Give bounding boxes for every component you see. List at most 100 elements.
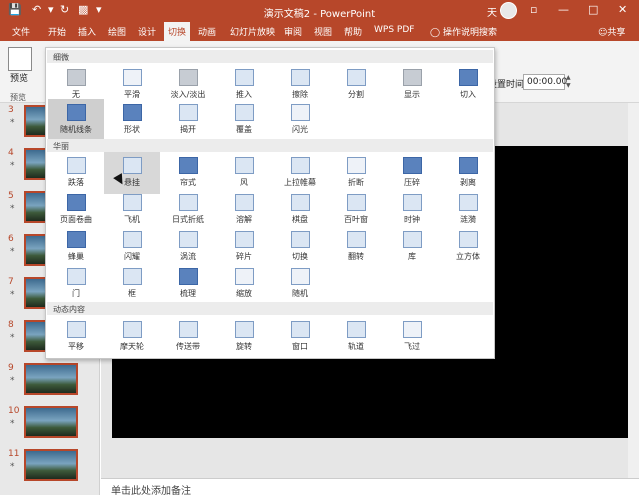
minimize-icon[interactable]: — [558, 3, 569, 16]
transition-reveal[interactable]: 显示 [384, 64, 440, 106]
transition-clock[interactable]: 时钟 [384, 189, 440, 231]
honeycomb-icon [67, 231, 86, 248]
preview-button-label[interactable]: 预览 [10, 71, 28, 84]
clock-icon [403, 194, 422, 211]
tab-help[interactable]: 帮助 [344, 25, 362, 38]
transition-cut[interactable]: 切入 [440, 64, 496, 106]
transition-dissolve[interactable]: 溶解 [216, 189, 272, 231]
conveyor-icon [179, 321, 198, 338]
wind-icon [235, 157, 254, 174]
slide-thumb-image[interactable] [24, 406, 78, 438]
tab-draw[interactable]: 绘图 [108, 25, 126, 38]
flip-icon [347, 231, 366, 248]
tab-view[interactable]: 视图 [314, 25, 332, 38]
transition-star-icon: * [10, 247, 15, 257]
transition-cover[interactable]: 覆盖 [216, 99, 272, 141]
tab-animations[interactable]: 动画 [198, 25, 216, 38]
ribbon-display-options-icon[interactable]: ▫ [530, 3, 537, 16]
preview-group-label: 预览 [10, 93, 26, 102]
transition-cube[interactable]: 立方体 [440, 226, 496, 268]
transition-random-bars[interactable]: 随机线条 [48, 99, 104, 141]
transition-wind[interactable]: 风 [216, 152, 272, 194]
transition-split[interactable]: 分割 [328, 64, 384, 106]
transition-shred[interactable]: 碎片 [216, 226, 272, 268]
fly-through-icon [403, 321, 422, 338]
tab-wps-pdf[interactable]: WPS PDF [374, 25, 414, 35]
rotate-icon [235, 321, 254, 338]
slide-thumbnail[interactable]: 9 * [0, 363, 96, 401]
box-icon [123, 268, 142, 285]
transition-fracture[interactable]: 折断 [328, 152, 384, 194]
vertical-scrollbar[interactable] [628, 103, 639, 478]
transition-checkerboard[interactable]: 棋盘 [272, 189, 328, 231]
transition-vortex[interactable]: 涡流 [160, 226, 216, 268]
transition-page-curl[interactable]: 页面卷曲 [48, 189, 104, 231]
transition-ferris-wheel[interactable]: 摩天轮 [104, 316, 160, 358]
tab-home[interactable]: 开始 [48, 25, 66, 38]
fracture-icon [347, 157, 366, 174]
tab-file[interactable]: 文件 [12, 25, 30, 38]
transition-prestige[interactable]: 上拉帷幕 [272, 152, 328, 194]
slide-thumbnail[interactable]: 11 * [0, 449, 96, 487]
transition-curtains[interactable]: 帘式 [160, 152, 216, 194]
transition-flash[interactable]: 闪光 [272, 99, 328, 141]
transition-fall-over[interactable]: 跌落 [48, 152, 104, 194]
avatar[interactable] [500, 2, 517, 19]
search-box[interactable]: ◯ 操作说明搜索 [430, 25, 497, 38]
transition-box[interactable]: 框 [104, 263, 160, 305]
timing-spinner[interactable]: ▲ ▼ [566, 74, 574, 90]
transition-peel-off[interactable]: 剥离 [440, 152, 496, 194]
share-button[interactable]: ☺共享 [598, 25, 625, 38]
transition-ripple[interactable]: 涟漪 [440, 189, 496, 231]
transition-fly-through[interactable]: 飞过 [384, 316, 440, 358]
transition-blinds[interactable]: 百叶窗 [328, 189, 384, 231]
maximize-icon[interactable]: □ [588, 3, 598, 16]
transition-glitter[interactable]: 闪耀 [104, 226, 160, 268]
transition-switch[interactable]: 切换 [272, 226, 328, 268]
transition-comb[interactable]: 梳理 [160, 263, 216, 305]
transition-origami[interactable]: 日式折纸 [160, 189, 216, 231]
blinds-icon [347, 194, 366, 211]
tab-transitions[interactable]: 切换 [164, 22, 191, 41]
close-icon[interactable]: ✕ [618, 3, 627, 16]
transition-zoom[interactable]: 缩放 [216, 263, 272, 305]
timing-input[interactable]: 00:00.00 [523, 74, 567, 90]
lightbulb-icon: ◯ [430, 28, 443, 38]
tab-insert[interactable]: 插入 [78, 25, 96, 38]
wipe-icon [291, 69, 310, 86]
slide-number: 5 [8, 191, 14, 201]
transition-flip[interactable]: 翻转 [328, 226, 384, 268]
peel-off-icon [459, 157, 478, 174]
share-label: 共享 [607, 28, 626, 38]
user-name: 天 [487, 8, 497, 19]
transition-drape[interactable]: 悬挂 [104, 152, 160, 194]
transition-crush[interactable]: 压碎 [384, 152, 440, 194]
transition-uncover[interactable]: 揭开 [160, 99, 216, 141]
transition-doors[interactable]: 门 [48, 263, 104, 305]
transition-conveyor[interactable]: 传送带 [160, 316, 216, 358]
preview-icon[interactable] [8, 47, 32, 71]
transition-honeycomb[interactable]: 蜂巢 [48, 226, 104, 268]
transition-gallery[interactable]: 细微 无 平滑 淡入/淡出 推入 擦除 分割 显示 切入 随机线条 形状 揭开 … [45, 47, 495, 359]
slide-number: 10 [8, 406, 20, 416]
slide-thumb-image[interactable] [24, 363, 78, 395]
transition-gallery[interactable]: 库 [384, 226, 440, 268]
transition-orbit[interactable]: 轨道 [328, 316, 384, 358]
switch-icon [291, 231, 310, 248]
slide-thumb-image[interactable] [24, 449, 78, 481]
transition-airplane[interactable]: 飞机 [104, 189, 160, 231]
fall-over-icon [67, 157, 86, 174]
dissolve-icon [235, 194, 254, 211]
slide-thumbnail[interactable]: 10 * [0, 406, 96, 444]
transition-shape[interactable]: 形状 [104, 99, 160, 141]
comb-icon [179, 268, 198, 285]
tab-design[interactable]: 设计 [138, 25, 156, 38]
notes-pane[interactable]: 单击此处添加备注 [101, 478, 639, 497]
transition-rotate[interactable]: 旋转 [216, 316, 272, 358]
transition-pan[interactable]: 平移 [48, 316, 104, 358]
transition-star-icon: * [10, 118, 15, 128]
transition-window[interactable]: 窗口 [272, 316, 328, 358]
tab-review[interactable]: 审阅 [284, 25, 302, 38]
tab-slideshow[interactable]: 幻灯片放映 [230, 25, 275, 38]
transition-random[interactable]: 随机 [272, 263, 328, 305]
